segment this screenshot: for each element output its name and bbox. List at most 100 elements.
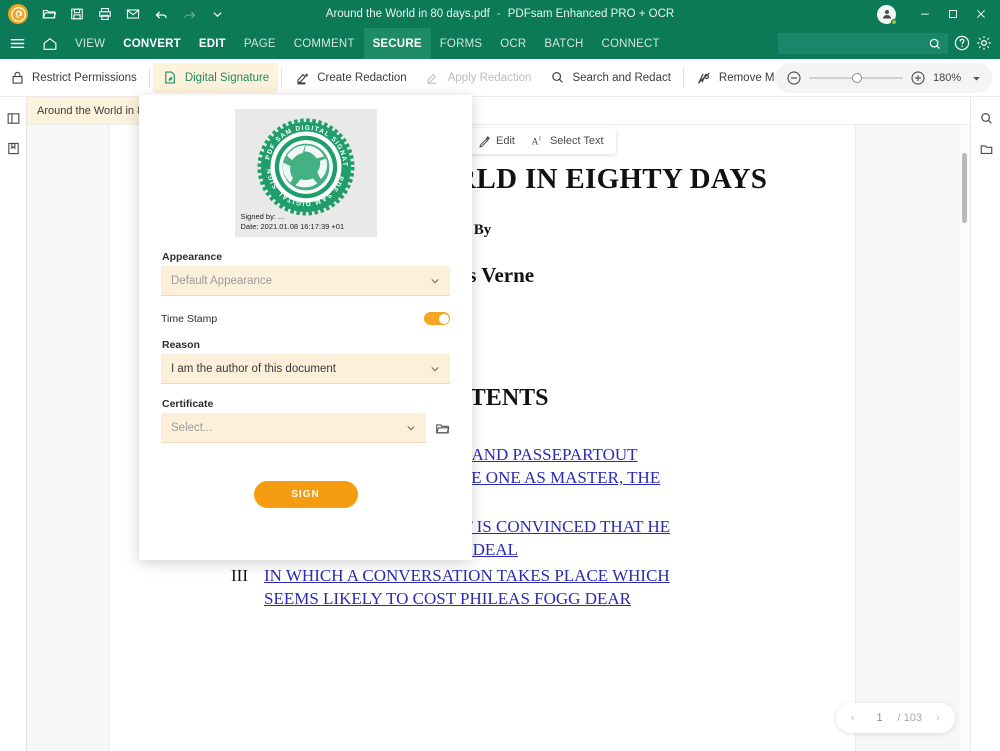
right-rail — [970, 97, 1000, 751]
help-icon[interactable] — [953, 34, 972, 53]
signature-metadata: Signed by: ... Date: 2021.01.08 16:17:39… — [241, 212, 345, 232]
search-input[interactable] — [784, 38, 928, 50]
digital-signature-panel: PDF SAM DIGITAL SIGNATURE PDF SAM DIGITA… — [139, 95, 472, 560]
gear-icon[interactable] — [975, 34, 994, 53]
avatar-status-dot — [891, 19, 897, 25]
digital-signature-icon — [162, 69, 179, 86]
signature-seal-icon: PDF SAM DIGITAL SIGNATURE PDF SAM DIGITA… — [254, 115, 358, 219]
signature-signed-by: Signed by: ... — [241, 212, 345, 222]
open-folder-icon[interactable] — [36, 2, 62, 26]
timestamp-field: Time Stamp — [161, 312, 450, 325]
maximize-button[interactable] — [940, 2, 966, 26]
toc-link[interactable]: IN WHICH A CONVERSATION TAKES PLACE WHIC… — [264, 564, 694, 610]
secure-toolbar: Restrict Permissions Digital Signature C… — [0, 59, 1000, 97]
current-page-input[interactable] — [865, 712, 895, 724]
ribbon-tab-ocr[interactable]: OCR — [491, 28, 535, 59]
sign-button[interactable]: SIGN — [254, 481, 358, 508]
ribbon-tab-forms[interactable]: FORMS — [431, 28, 492, 59]
previous-page-button[interactable]: ‹ — [844, 707, 862, 729]
ribbon-tab-batch[interactable]: BATCH — [535, 28, 592, 59]
zoom-out-icon[interactable] — [786, 70, 802, 86]
chevron-down-icon — [430, 276, 440, 286]
hamburger-menu-icon[interactable] — [0, 28, 34, 59]
zoom-dropdown-icon[interactable] — [972, 70, 981, 86]
avatar[interactable] — [877, 5, 896, 24]
digital-signature-label: Digital Signature — [185, 72, 269, 84]
minimize-button[interactable] — [912, 2, 938, 26]
search-and-redact-button[interactable]: Search and Redact — [540, 63, 679, 93]
create-redaction-label: Create Redaction — [317, 72, 407, 84]
signature-date: Date: 2021.01.08 16:17:39 +01 — [241, 222, 345, 232]
lock-icon — [9, 69, 26, 86]
ribbon-tab-comment[interactable]: COMMENT — [285, 28, 364, 59]
zoom-in-icon[interactable] — [910, 70, 926, 86]
document-tab[interactable]: Around the World in 80 days.pdf — [27, 97, 157, 124]
toolbar-separator — [281, 68, 282, 88]
chevron-down-icon — [406, 423, 416, 433]
toc-entry[interactable]: III IN WHICH A CONVERSATION TAKES PLACE … — [220, 564, 815, 610]
apply-redaction-icon — [425, 69, 442, 86]
chevron-down-icon[interactable] — [204, 2, 230, 26]
window-controls — [877, 0, 1000, 28]
window-title-separator: - — [497, 8, 501, 20]
folder-open-icon[interactable] — [435, 421, 450, 436]
select-text-tool-button[interactable]: AI Select Text — [524, 130, 611, 152]
panel-toggle-icon[interactable] — [0, 103, 27, 133]
next-page-button[interactable]: › — [929, 707, 947, 729]
restrict-permissions-label: Restrict Permissions — [32, 72, 137, 84]
apply-redaction-button[interactable]: Apply Redaction — [416, 63, 541, 93]
zoom-slider[interactable] — [809, 77, 903, 79]
print-icon[interactable] — [92, 2, 118, 26]
digital-signature-button[interactable]: Digital Signature — [153, 63, 278, 93]
pencil-icon — [477, 134, 491, 148]
pdfsam-window: Around the World in 80 days.pdf - PDFsam… — [0, 0, 1000, 751]
create-redaction-button[interactable]: Create Redaction — [285, 63, 416, 93]
left-rail — [0, 97, 27, 751]
ribbon-tab-view[interactable]: VIEW — [66, 28, 114, 59]
search-icon — [549, 69, 566, 86]
create-redaction-icon — [294, 69, 311, 86]
certificate-value: Select... — [171, 422, 406, 434]
floating-tools: Edit AI Select Text — [465, 128, 616, 154]
total-pages-label: / 103 — [898, 712, 926, 724]
search-icon[interactable] — [971, 103, 1000, 134]
save-icon[interactable] — [64, 2, 90, 26]
close-button[interactable] — [968, 2, 994, 26]
search-and-redact-label: Search and Redact — [572, 72, 670, 84]
svg-text:I: I — [539, 137, 541, 143]
search-icon[interactable] — [928, 37, 942, 51]
signature-preview[interactable]: PDF SAM DIGITAL SIGNATURE PDF SAM DIGITA… — [235, 109, 377, 237]
home-icon[interactable] — [34, 28, 66, 59]
edit-tool-button[interactable]: Edit — [470, 130, 522, 152]
redo-icon — [176, 2, 202, 26]
remove-metadata-icon — [696, 69, 713, 86]
appearance-select[interactable]: Default Appearance — [161, 266, 450, 296]
ribbon-tab-secure[interactable]: SECURE — [364, 28, 431, 59]
email-icon[interactable] — [120, 2, 146, 26]
bookmarks-icon[interactable] — [0, 133, 27, 163]
reason-select[interactable]: I am the author of this document — [161, 354, 450, 384]
reason-value: I am the author of this document — [171, 363, 430, 375]
scrollbar-thumb[interactable] — [962, 153, 967, 223]
ribbon-tab-connect[interactable]: CONNECT — [593, 28, 669, 59]
ribbon-tab-edit[interactable]: EDIT — [190, 28, 235, 59]
vertical-scrollbar[interactable] — [960, 125, 969, 751]
zoom-slider-thumb[interactable] — [852, 73, 862, 83]
undo-icon[interactable] — [148, 2, 174, 26]
title-bar: Around the World in 80 days.pdf - PDFsam… — [0, 0, 1000, 28]
app-logo-icon[interactable] — [8, 4, 28, 24]
pages-panel-icon[interactable] — [971, 134, 1000, 165]
certificate-select[interactable]: Select... — [161, 413, 426, 443]
global-search[interactable] — [778, 33, 948, 54]
certificate-label: Certificate — [162, 398, 450, 410]
restrict-permissions-button[interactable]: Restrict Permissions — [0, 63, 146, 93]
window-title-app: PDFsam Enhanced PRO + OCR — [508, 8, 675, 20]
select-text-tool-label: Select Text — [550, 135, 604, 147]
timestamp-toggle[interactable] — [424, 312, 450, 325]
ribbon-tab-page[interactable]: PAGE — [235, 28, 285, 59]
ribbon-tab-bar: VIEW CONVERT EDIT PAGE COMMENT SECURE FO… — [0, 28, 1000, 59]
ribbon-tab-convert[interactable]: CONVERT — [114, 28, 190, 59]
select-text-icon: AI — [531, 134, 545, 148]
certificate-row: Select... — [161, 413, 450, 443]
toc-numeral: III — [220, 564, 264, 610]
